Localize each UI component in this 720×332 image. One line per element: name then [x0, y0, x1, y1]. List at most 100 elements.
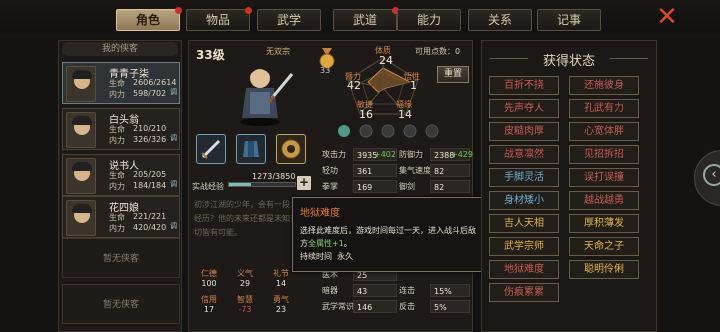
armor-slot[interactable] — [236, 134, 266, 164]
tab-5[interactable]: 关系 — [468, 9, 532, 31]
stat-bonus: +429 — [451, 150, 473, 159]
stat-label: 反击 — [399, 302, 415, 311]
close-icon[interactable]: ✕ — [655, 4, 679, 30]
buff-item[interactable]: 武学宗师 — [489, 237, 559, 256]
member-hp: 221/221 — [133, 212, 167, 221]
member-avatar — [66, 112, 96, 148]
buff-item[interactable]: 心宽体胖 — [569, 122, 639, 141]
stat-label: 连击 — [399, 286, 415, 295]
tune-button[interactable]: 调 — [170, 87, 177, 97]
stat-bonus: +402 — [374, 150, 396, 159]
stat-number: 15% — [434, 287, 452, 296]
tune-button[interactable]: 调 — [170, 179, 177, 189]
member-hp-label: 生命 — [109, 213, 125, 222]
stat-label: 御剑 — [399, 182, 415, 191]
party-member-card[interactable]: 说书人 生命 205/205 内力 184/184 调 — [62, 154, 180, 196]
buff-item[interactable]: 吉人天相 — [489, 214, 559, 233]
weapon-slot[interactable] — [196, 134, 226, 164]
stat-number: 169 — [357, 183, 373, 192]
buff-item[interactable]: 皮糙肉厚 — [489, 122, 559, 141]
empty-party-slot[interactable]: 暂无侠客 — [62, 238, 180, 278]
tooltip-duration: 永久 — [337, 252, 354, 261]
buff-item[interactable]: 身材矮小 — [489, 191, 559, 210]
member-mp-label: 内力 — [109, 136, 125, 145]
tune-button[interactable]: 调 — [170, 221, 177, 231]
tooltip-title: 地狱难度 — [300, 208, 340, 219]
buff-item[interactable]: 战意凛然 — [489, 145, 559, 164]
buff-item[interactable]: 误打误撞 — [569, 168, 639, 187]
stat-value: 15% — [430, 284, 470, 297]
virtue-label: 勇气 — [273, 295, 289, 304]
stat-value: 146 — [353, 300, 397, 313]
tab-6[interactable]: 记事 — [537, 9, 601, 31]
stat-value: 82 — [430, 164, 470, 177]
gem-slot-4 — [403, 124, 417, 138]
free-points: 可用点数：0 — [415, 47, 461, 56]
gem-slot-3 — [381, 124, 395, 138]
member-hp: 2606/2614 — [133, 78, 177, 87]
stat-number: 82 — [434, 167, 445, 176]
member-hp: 205/205 — [133, 170, 167, 179]
buff-item[interactable]: 天命之子 — [569, 237, 639, 256]
stat-number: 361 — [357, 167, 373, 176]
buff-item[interactable]: 手脚灵活 — [489, 168, 559, 187]
member-hp: 210/210 — [133, 124, 167, 133]
buff-item[interactable]: 孔武有力 — [569, 99, 639, 118]
member-mp: 420/420 — [133, 223, 167, 232]
buff-item[interactable]: 聪明伶俐 — [569, 260, 639, 279]
member-mp: 326/326 — [133, 135, 167, 144]
buff-item[interactable]: 地狱难度 — [489, 260, 559, 279]
accessory-icon — [281, 139, 301, 159]
accessory-slot[interactable] — [276, 134, 306, 164]
party-member-card[interactable]: 花四娘 生命 221/221 内力 420/420 调 — [62, 196, 180, 238]
virtue-stat: 义气 29 — [228, 268, 262, 288]
virtue-value: -73 — [238, 305, 252, 314]
tab-3[interactable]: 武道 — [333, 7, 399, 31]
virtue-stat: 智慧 -73 — [228, 294, 262, 314]
buff-item[interactable]: 百折不挠 — [489, 76, 559, 95]
stat-number: 25 — [357, 271, 368, 280]
stat-label: 集气速度 — [399, 166, 431, 175]
buff-item[interactable]: 还施彼身 — [569, 76, 639, 95]
stat-value: 169 — [353, 180, 397, 193]
stat-number: 82 — [434, 183, 445, 192]
virtue-stat: 仁德 100 — [192, 268, 226, 288]
tune-button[interactable]: 调 — [170, 133, 177, 143]
tab-1[interactable]: 物品 — [186, 7, 252, 31]
tab-badge — [245, 7, 252, 14]
member-mp: 184/184 — [133, 181, 167, 190]
party-member-card[interactable]: 青青子柒 生命 2606/2614 内力 598/702 调 — [62, 62, 180, 104]
add-exp-button[interactable]: + — [297, 176, 311, 190]
virtue-label: 信用 — [201, 295, 217, 304]
virtue-value: 23 — [275, 305, 287, 314]
tab-0[interactable]: 角色 — [116, 7, 182, 31]
buff-item[interactable]: 厚积薄发 — [569, 214, 639, 233]
member-mp-label: 内力 — [109, 90, 125, 99]
attr-value-minjie: 16 — [359, 108, 373, 121]
armor-icon — [243, 141, 259, 157]
virtue-stat: 信用 17 — [192, 294, 226, 314]
avatar-hair — [72, 116, 92, 125]
buff-item[interactable]: 伤痕累累 — [489, 283, 559, 302]
tab-4[interactable]: 能力 — [397, 9, 461, 31]
party-member-card[interactable]: 白头翁 生命 210/210 内力 326/326 调 — [62, 108, 180, 150]
stat-label: 武学常识 — [322, 302, 354, 311]
party-title: 我的侠客 — [62, 42, 178, 56]
attr-value-bili: 42 — [347, 79, 361, 92]
chevron-left-icon[interactable]: ‹ — [703, 164, 720, 186]
buff-item[interactable]: 见招拆招 — [569, 145, 639, 164]
tab-2[interactable]: 武学 — [257, 9, 321, 31]
empty-party-slot[interactable]: 暂无侠客 — [62, 284, 180, 324]
member-avatar — [66, 158, 96, 194]
character-portrait — [240, 65, 294, 126]
stat-value: 82 — [430, 180, 470, 193]
buff-item[interactable]: 先声夺人 — [489, 99, 559, 118]
buff-item[interactable]: 越战越勇 — [569, 191, 639, 210]
member-hp-label: 生命 — [109, 79, 125, 88]
member-avatar — [66, 66, 96, 102]
reset-button[interactable]: 重置 — [437, 66, 469, 83]
virtue-value: 14 — [275, 279, 287, 288]
stat-label: 暗器 — [322, 286, 338, 295]
member-mp-label: 内力 — [109, 182, 125, 191]
avatar-hair — [72, 70, 92, 79]
